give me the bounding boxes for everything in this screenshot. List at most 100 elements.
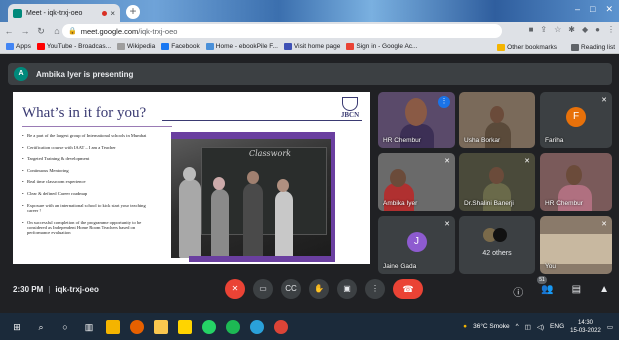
presenting-banner: A Ambika Iyer is presenting — [8, 63, 612, 85]
self-tile[interactable]: ✕ You — [540, 216, 612, 274]
participant-name: Ambika Iyer — [383, 200, 418, 207]
camera-indicator-icon[interactable]: ■ — [529, 25, 534, 34]
volume-icon[interactable]: ◁) — [537, 323, 544, 331]
participant-body — [400, 124, 434, 148]
star-icon[interactable]: ☆ — [554, 25, 561, 34]
other-bookmarks[interactable]: Other bookmarks — [497, 43, 557, 51]
participant-tile[interactable]: ✕ Dr.Shalini Banerji — [459, 153, 535, 211]
reading-list[interactable]: Reading list — [571, 43, 615, 51]
menu-icon[interactable]: ⋮ — [607, 25, 615, 34]
others-tile[interactable]: 42 others — [459, 216, 535, 274]
participant-face — [566, 165, 582, 185]
network-icon[interactable]: ◫ — [525, 323, 531, 331]
clock-date: 15-03-2022 — [570, 327, 601, 334]
people-button[interactable]: 👥 51 — [537, 276, 554, 299]
mic-off-icon: ✕ — [524, 158, 530, 165]
tab-title: Meet - iqk-trxj-oeo — [26, 9, 83, 17]
new-tab-button[interactable]: + — [126, 5, 140, 19]
search-icon[interactable]: ⌕ — [34, 320, 48, 334]
bookmark-google-signin[interactable]: Sign in - Google Ac... — [346, 43, 417, 50]
participant-name: You — [545, 263, 556, 270]
end-call-button[interactable]: ☎ — [393, 279, 423, 299]
address-bar-row: ← → ↻ ⌂ 🔒 meet.google.com/iqk-trxj-oeo ■… — [0, 22, 619, 40]
tray-arrow-icon[interactable]: ^ — [516, 323, 519, 330]
spotify-icon[interactable] — [226, 319, 240, 334]
raise-hand-button[interactable]: ✋ — [309, 279, 329, 299]
participant-tile[interactable]: ⋮ HR Chembur — [378, 92, 455, 148]
notifications-icon[interactable]: ▭ — [607, 323, 613, 331]
home-page-icon — [283, 43, 292, 50]
forward-icon[interactable]: → — [18, 26, 32, 36]
mic-toggle-button[interactable]: ✕ — [225, 279, 245, 299]
puzzle-icon[interactable]: ◆ — [582, 25, 588, 34]
bullet-item: Exposure with an international school to… — [22, 203, 158, 214]
windows-start-icon[interactable]: ⊞ — [10, 320, 24, 334]
participant-name: HR Chembur — [383, 137, 421, 144]
bookmark-facebook[interactable]: Facebook — [161, 43, 200, 50]
blackboard-text: Classwork — [249, 149, 291, 158]
cortana-icon[interactable]: ○ — [58, 320, 72, 334]
lock-icon: 🔒 — [68, 28, 77, 35]
sticky-notes-icon[interactable] — [178, 319, 192, 334]
participant-body — [485, 122, 511, 148]
participant-face — [405, 98, 427, 126]
participant-tile[interactable]: ✕ Ambika Iyer — [378, 153, 455, 211]
participant-tile[interactable]: ✕ F Fariha — [540, 92, 612, 148]
weather-icon[interactable]: ● — [463, 323, 467, 330]
chat-button[interactable]: ▤ — [572, 284, 581, 299]
tab-close-button[interactable]: × — [110, 9, 115, 18]
self-video-background — [540, 234, 612, 264]
firefox-icon[interactable] — [130, 319, 144, 334]
bookmark-home-page[interactable]: Visit home page — [283, 43, 340, 50]
clock[interactable]: 14:30 15-03-2022 — [570, 319, 601, 335]
language-indicator[interactable]: ENG — [550, 323, 564, 330]
participant-tile[interactable]: HR Chembur — [540, 153, 612, 211]
bookmarks-bar: Apps YouTube - Broadcas... Wikipedia Fac… — [0, 40, 619, 54]
participant-avatar: J — [406, 231, 427, 252]
folder-icon — [497, 43, 506, 51]
photo-person — [211, 189, 229, 258]
bookmark-wikipedia[interactable]: Wikipedia — [117, 43, 155, 50]
participant-count-badge: 51 — [537, 276, 547, 284]
wikipedia-icon — [117, 43, 126, 50]
more-options-button[interactable]: ⋮ — [365, 279, 385, 299]
bullet-item: Be a part of the largest group of Intern… — [22, 133, 158, 139]
close-window-button[interactable]: ✕ — [605, 4, 613, 15]
bookmark-youtube[interactable]: YouTube - Broadcas... — [36, 43, 111, 50]
photo-person — [275, 191, 293, 258]
others-avatar-icon — [493, 228, 507, 242]
telegram-icon[interactable] — [250, 319, 264, 334]
captions-button[interactable]: CC — [281, 279, 301, 299]
gmail-icon — [346, 43, 355, 50]
maximize-button[interactable]: □ — [590, 4, 595, 15]
file-explorer-icon[interactable] — [106, 319, 120, 334]
window-controls: – □ ✕ — [575, 4, 613, 15]
tab-meet[interactable]: Meet - iqk-trxj-oeo × — [8, 4, 120, 22]
task-view-icon[interactable]: ▥ — [82, 320, 96, 334]
bookmark-apps[interactable]: Apps — [6, 43, 31, 50]
extension-icon[interactable]: ✱ — [568, 25, 575, 34]
profile-icon[interactable]: ● — [595, 25, 600, 34]
school-logo: JBCN — [338, 97, 362, 119]
url-input[interactable]: 🔒 meet.google.com/iqk-trxj-oeo — [62, 24, 502, 38]
participant-tile[interactable]: ✕ J Jaine Gada — [378, 216, 455, 274]
participant-tile[interactable]: Usha Borkar — [459, 92, 535, 148]
present-button[interactable]: ▣ — [337, 279, 357, 299]
meeting-code: iqk-trxj-oeo — [55, 285, 99, 294]
folder-icon[interactable] — [154, 319, 168, 334]
meeting-time: 2:30 PM — [13, 285, 44, 294]
back-icon[interactable]: ← — [2, 26, 16, 36]
meeting-details-button[interactable]: ⓘ — [513, 284, 523, 299]
activities-button[interactable]: ▲ — [599, 284, 609, 299]
share-icon[interactable]: ⇪ — [540, 25, 547, 34]
whatsapp-icon[interactable] — [202, 319, 216, 334]
weather-text[interactable]: 36°C Smoke — [473, 323, 510, 330]
camera-button[interactable]: ▭ — [253, 279, 273, 299]
participant-face — [489, 167, 504, 184]
chrome-icon[interactable] — [274, 319, 288, 334]
minimize-button[interactable]: – — [575, 4, 580, 15]
mic-off-icon: ✕ — [601, 221, 607, 228]
bookmark-ebookpile[interactable]: Home - ebookPile F... — [205, 43, 278, 50]
mic-off-icon: ✕ — [444, 158, 450, 165]
reload-icon[interactable]: ↻ — [34, 26, 48, 37]
